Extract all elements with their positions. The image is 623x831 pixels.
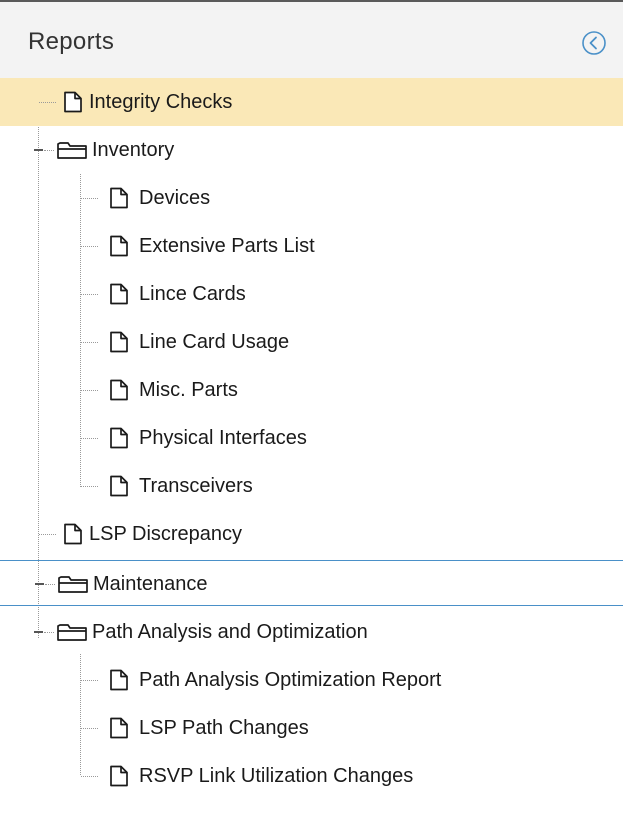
reports-tree: Integrity Checks Inventory Devices Exten… [0,78,623,831]
tree-connector [81,438,98,439]
document-icon [108,187,130,209]
tree-item-devices[interactable]: Devices [0,174,623,222]
tree-item-lince-cards[interactable]: Lince Cards [0,270,623,318]
tree-connector [44,632,54,633]
tree-item-inventory[interactable]: Inventory [0,126,623,174]
document-icon [108,331,130,353]
tree-connector [45,584,55,585]
tree-connector [81,198,98,199]
document-icon [62,91,84,113]
tree-item-label: Physical Interfaces [139,427,307,449]
document-icon [108,765,130,787]
chevron-left-circle-icon[interactable] [581,30,607,56]
tree-item-integrity-checks[interactable]: Integrity Checks [0,78,623,126]
document-icon [108,427,130,449]
tree-item-label: Misc. Parts [139,379,238,401]
tree-item-label: RSVP Link Utilization Changes [139,765,414,787]
tree-connector [81,486,98,487]
folder-open-icon [56,621,90,643]
document-icon [108,475,130,497]
tree-connector [81,246,98,247]
document-icon [108,283,130,305]
document-icon [62,523,84,545]
tree-item-label: Integrity Checks [89,91,233,113]
tree-item-lsp-path-changes[interactable]: LSP Path Changes [0,704,623,752]
tree-item-line-card-usage[interactable]: Line Card Usage [0,318,623,366]
tree-item-extensive-parts-list[interactable]: Extensive Parts List [0,222,623,270]
tree-item-label: Transceivers [139,475,253,497]
tree-item-lsp-discrepancy[interactable]: LSP Discrepancy [0,510,623,558]
tree-item-transceivers[interactable]: Transceivers [0,462,623,510]
tree-connector [81,342,98,343]
tree-item-maintenance[interactable]: Maintenance [0,560,623,606]
tree-item-label: Line Card Usage [139,331,290,353]
collapse-toggle-icon[interactable] [35,583,44,585]
panel-title: Reports [28,28,115,55]
tree-item-label: Lince Cards [139,283,246,305]
tree-connector [39,534,56,535]
tree-item-path-analysis-optimization-report[interactable]: Path Analysis Optimization Report [0,656,623,704]
tree-item-label: Devices [139,187,211,209]
tree-item-misc-parts[interactable]: Misc. Parts [0,366,623,414]
document-icon [108,379,130,401]
tree-connector [81,294,98,295]
collapse-toggle-icon[interactable] [34,149,43,151]
tree-item-label: Maintenance [93,573,208,595]
document-icon [108,717,130,739]
tree-connector [81,776,98,777]
document-icon [108,669,130,691]
folder-open-icon [56,139,90,161]
document-icon [108,235,130,257]
tree-item-label: Extensive Parts List [139,235,315,257]
tree-item-path-analysis-and-optimization[interactable]: Path Analysis and Optimization [0,608,623,656]
tree-item-label: LSP Discrepancy [89,523,243,545]
tree-connector [81,680,98,681]
tree-item-label: Inventory [92,139,175,161]
panel-header: Reports [0,2,623,78]
tree-connector [44,150,54,151]
tree-connector [81,390,98,391]
collapse-toggle-icon[interactable] [34,631,43,633]
tree-connector [81,728,98,729]
tree-item-label: LSP Path Changes [139,717,309,739]
tree-item-label: Path Analysis Optimization Report [139,669,442,691]
tree-item-physical-interfaces[interactable]: Physical Interfaces [0,414,623,462]
tree-item-label: Path Analysis and Optimization [92,621,368,643]
folder-open-icon [57,573,91,595]
tree-item-rsvp-link-utilization-changes[interactable]: RSVP Link Utilization Changes [0,752,623,800]
tree-connector [39,102,56,103]
